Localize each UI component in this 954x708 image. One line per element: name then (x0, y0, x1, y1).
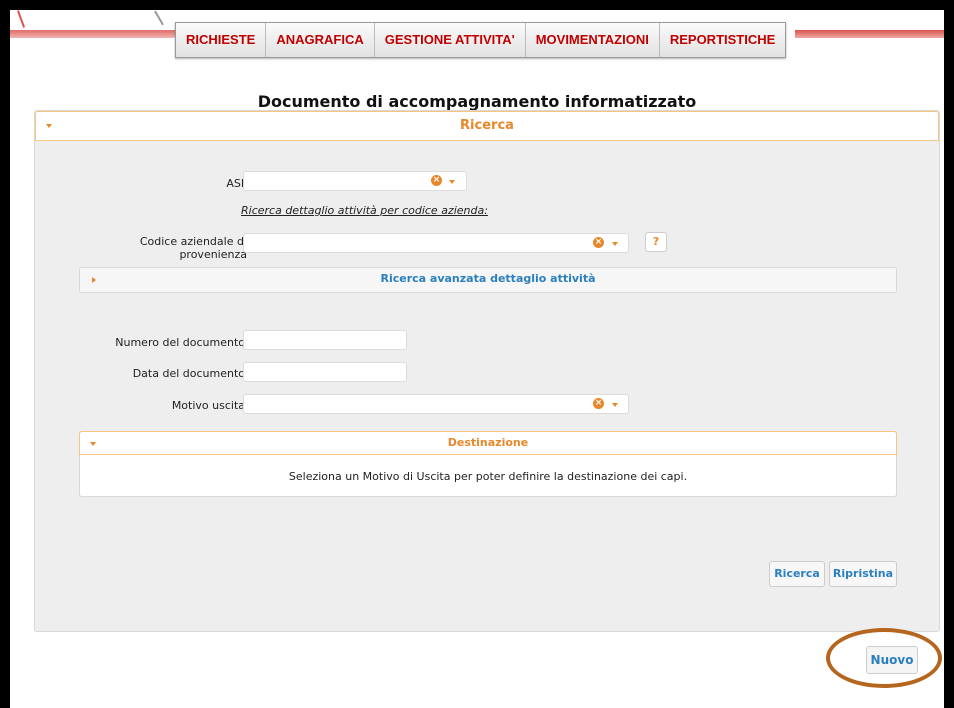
asl-label: ASL (226, 177, 247, 190)
destinazione-panel: Destinazione Seleziona un Motivo di Usci… (79, 431, 897, 497)
motivo-uscita-select[interactable]: × (243, 394, 629, 414)
numero-documento-label: Numero del documento (115, 336, 245, 349)
ricerca-avanzata-panel[interactable]: Ricerca avanzata dettaglio attività (79, 267, 897, 293)
motivo-uscita-label: Motivo uscita (171, 399, 245, 412)
nav-item-movimentazioni[interactable]: MOVIMENTAZIONI (526, 23, 660, 57)
clear-icon[interactable]: × (431, 175, 442, 186)
data-documento-input[interactable] (243, 362, 407, 382)
app-canvas: RICHIESTE ANAGRAFICA GESTIONE ATTIVITA' … (10, 10, 944, 708)
header-decoration (10, 30, 180, 38)
ripristina-button[interactable]: Ripristina (829, 561, 897, 587)
data-documento-label: Data del documento (132, 367, 245, 380)
page-title: Documento di accompagnamento informatizz… (257, 92, 697, 111)
clear-icon[interactable]: × (593, 398, 604, 409)
nav-item-anagrafica[interactable]: ANAGRAFICA (266, 23, 375, 57)
nav-item-richieste[interactable]: RICHIESTE (176, 23, 267, 57)
clear-icon[interactable]: × (593, 237, 604, 248)
header-decoration-stroke (154, 10, 164, 26)
ricerca-panel-header[interactable]: Ricerca (35, 111, 939, 141)
destinazione-header[interactable]: Destinazione (79, 431, 897, 455)
asl-select[interactable]: × (243, 171, 467, 191)
ricerca-panel-title: Ricerca (460, 118, 514, 133)
ricerca-button[interactable]: Ricerca (769, 561, 825, 587)
ricerca-avanzata-title: Ricerca avanzata dettaglio attività (380, 272, 596, 285)
destinazione-title: Destinazione (447, 436, 529, 449)
main-nav: RICHIESTE ANAGRAFICA GESTIONE ATTIVITA' … (175, 22, 787, 58)
header-decoration-stroke (16, 10, 26, 28)
dropdown-caret-icon[interactable] (612, 403, 618, 407)
numero-documento-input[interactable] (243, 330, 407, 350)
help-icon[interactable]: ? (645, 232, 667, 252)
header-decoration (795, 30, 944, 38)
ricerca-panel: Ricerca ASL × Ricerca dettaglio attività… (34, 110, 940, 632)
ricerca-dettaglio-link: Ricerca dettaglio attività per codice az… (241, 204, 488, 217)
nav-item-reportistiche[interactable]: REPORTISTICHE (660, 23, 785, 57)
nav-item-gestione-attivita[interactable]: GESTIONE ATTIVITA' (375, 23, 526, 57)
codice-aziendale-label-line2: provenienza (179, 248, 247, 261)
ricerca-avanzata-header[interactable]: Ricerca avanzata dettaglio attività (80, 268, 896, 290)
codice-aziendale-label-line1: Codice aziendale di (139, 235, 247, 248)
codice-aziendale-select[interactable]: × (243, 233, 629, 253)
nuovo-button[interactable]: Nuovo (866, 646, 918, 674)
destinazione-message: Seleziona un Motivo di Uscita per poter … (288, 470, 688, 483)
dropdown-caret-icon[interactable] (449, 180, 455, 184)
dropdown-caret-icon[interactable] (612, 242, 618, 246)
codice-aziendale-label: Codice aziendale di provenienza (95, 235, 247, 261)
